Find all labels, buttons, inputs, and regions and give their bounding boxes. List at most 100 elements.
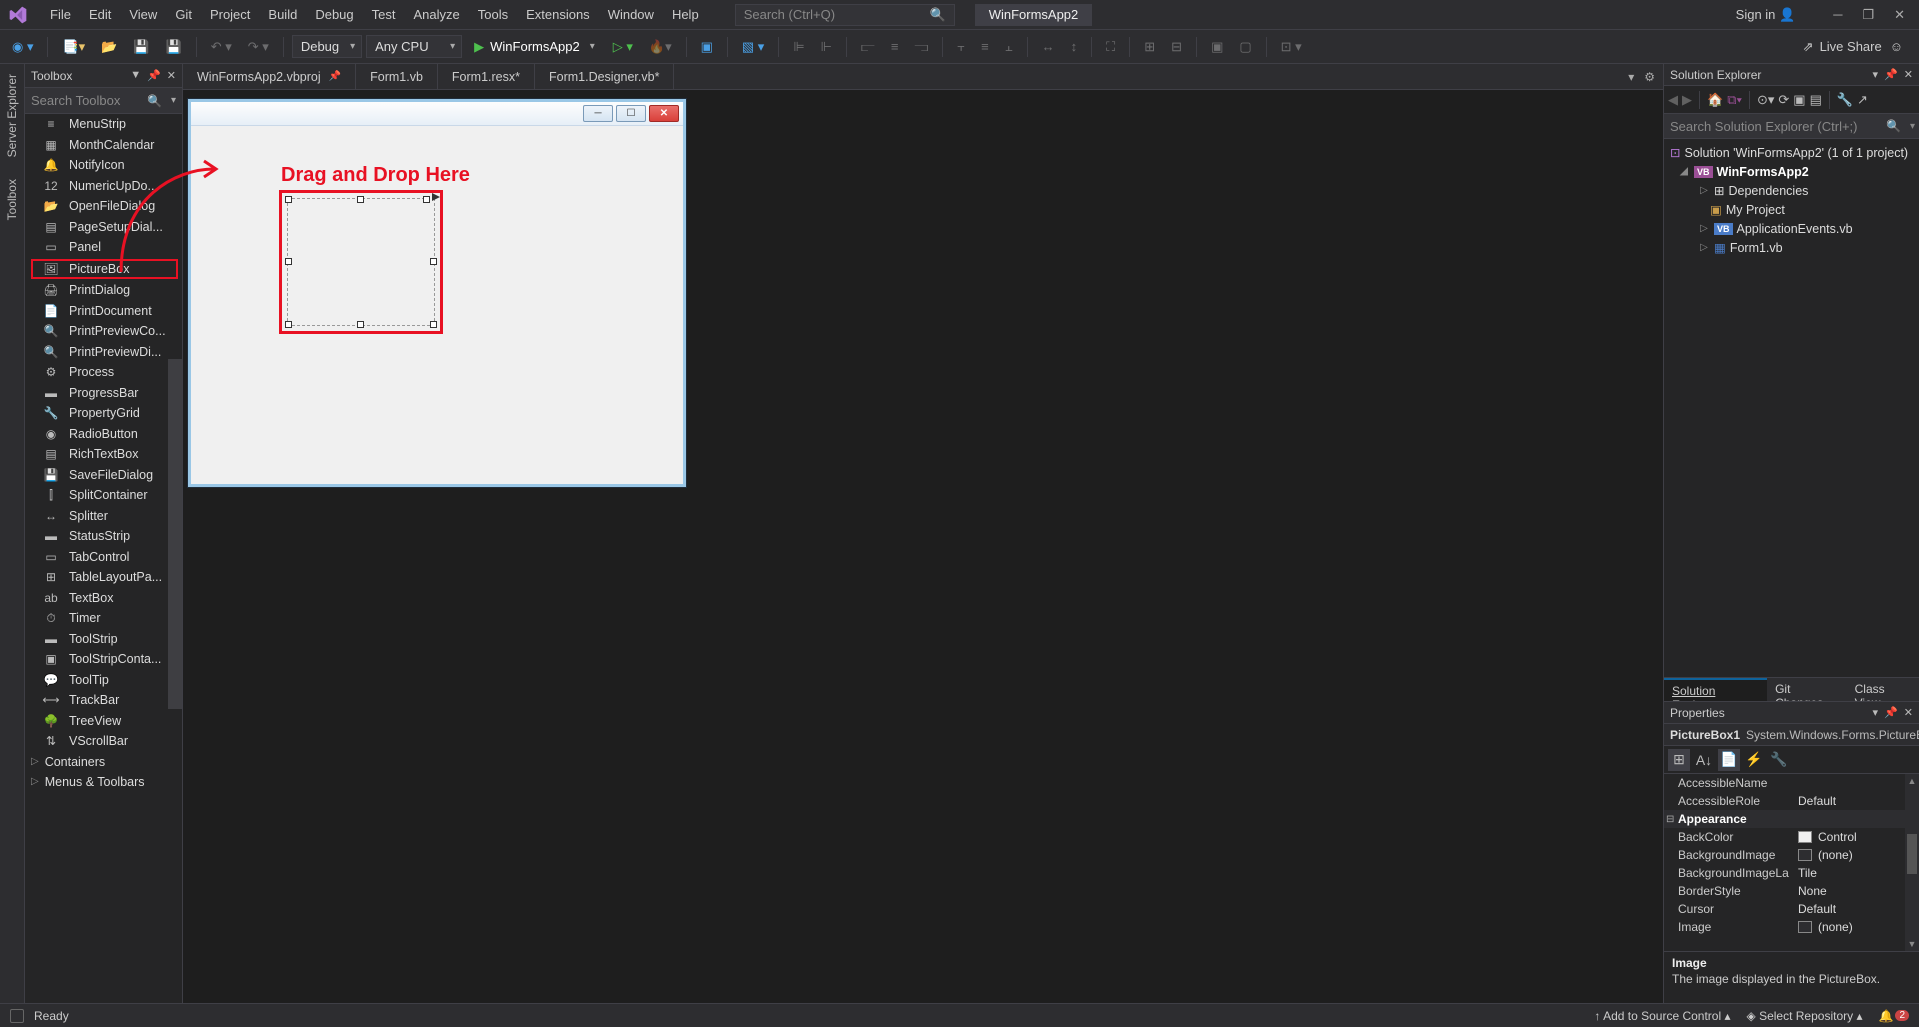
- size-button[interactable]: ⛶: [1100, 36, 1121, 58]
- notifications-button[interactable]: 🔔2: [1878, 1009, 1909, 1023]
- align-right[interactable]: ⫎: [908, 36, 934, 58]
- property-row[interactable]: BorderStyleNone: [1664, 882, 1919, 900]
- menu-test[interactable]: Test: [364, 3, 404, 26]
- toolbox-item-pagesetupdial[interactable]: ▤PageSetupDial...: [25, 217, 182, 238]
- property-row[interactable]: CursorDefault: [1664, 900, 1919, 918]
- menu-help[interactable]: Help: [664, 3, 707, 26]
- toolbox-item-statusstrip[interactable]: ▬StatusStrip: [25, 526, 182, 547]
- design-surface[interactable]: ─ ☐ ✕ Drag and Drop Here: [183, 90, 1663, 1003]
- tab-class-view[interactable]: Class View: [1847, 678, 1919, 701]
- scroll-down-icon[interactable]: ▼: [1905, 937, 1919, 951]
- hot-reload-button[interactable]: 🔥▾: [643, 36, 678, 58]
- form-minimize-button[interactable]: ─: [583, 105, 613, 122]
- tool-b-button[interactable]: ▧ ▾: [736, 36, 770, 58]
- resize-handle-n[interactable]: [357, 196, 364, 203]
- sign-in-button[interactable]: Sign in 👤: [1736, 7, 1796, 23]
- save-button[interactable]: 💾: [127, 36, 155, 58]
- property-row[interactable]: BackColorControl: [1664, 828, 1919, 846]
- menu-analyze[interactable]: Analyze: [405, 3, 467, 26]
- resize-handle-nw[interactable]: [285, 196, 292, 203]
- menu-debug[interactable]: Debug: [307, 3, 361, 26]
- property-value[interactable]: (none): [1792, 848, 1919, 862]
- open-button[interactable]: 📂: [95, 36, 123, 58]
- toolbox-item-richtextbox[interactable]: ▤RichTextBox: [25, 444, 182, 465]
- tabs-dropdown-icon[interactable]: ▾: [1628, 70, 1634, 84]
- menu-git[interactable]: Git: [167, 3, 200, 26]
- pin-icon[interactable]: 📌: [329, 71, 341, 82]
- align-vcenter[interactable]: ≡: [975, 36, 995, 57]
- toolbox-item-tabcontrol[interactable]: ▭TabControl: [25, 547, 182, 568]
- menu-file[interactable]: File: [42, 3, 79, 26]
- property-row[interactable]: BackgroundImageLaTile: [1664, 864, 1919, 882]
- properties-icon[interactable]: 🔧: [1837, 92, 1853, 108]
- caret-right-icon[interactable]: ▷: [1698, 223, 1710, 234]
- spacing-v[interactable]: ↕: [1065, 36, 1084, 57]
- home-icon[interactable]: 🏠: [1707, 92, 1723, 108]
- menu-build[interactable]: Build: [260, 3, 305, 26]
- close-panel-icon[interactable]: ✕: [1904, 68, 1913, 81]
- property-value[interactable]: Control: [1792, 830, 1919, 844]
- pin-icon[interactable]: 📌: [1884, 706, 1898, 719]
- picturebox-control[interactable]: [287, 198, 435, 326]
- doc-tab-form-vb[interactable]: Form1.vb: [356, 64, 438, 89]
- resize-handle-ne[interactable]: [423, 196, 430, 203]
- menu-window[interactable]: Window: [600, 3, 662, 26]
- align-a[interactable]: ⊫: [787, 36, 810, 58]
- back-nav-button[interactable]: ◉ ▾: [6, 36, 39, 58]
- toolbox-item-numericupdo[interactable]: 12NumericUpDo...: [25, 176, 182, 197]
- toolbox-item-trackbar[interactable]: ⟷TrackBar: [25, 690, 182, 711]
- picturebox-selection[interactable]: [279, 190, 443, 334]
- fwd-icon[interactable]: ▶: [1682, 92, 1692, 108]
- doc-tab-form-resx[interactable]: Form1.resx*: [438, 64, 535, 89]
- tree-solution-node[interactable]: ⊡ Solution 'WinFormsApp2' (1 of 1 projec…: [1664, 143, 1919, 162]
- menu-view[interactable]: View: [121, 3, 165, 26]
- align-bottom[interactable]: ⫠: [999, 36, 1019, 58]
- toolbox-search-input[interactable]: Search Toolbox 🔍 ▾: [25, 88, 182, 114]
- add-source-control-button[interactable]: ↑ Add to Source Control ▴: [1594, 1009, 1730, 1023]
- preview-icon[interactable]: ↗: [1857, 92, 1868, 108]
- property-row[interactable]: Image(none): [1664, 918, 1919, 936]
- toolbox-item-toolstripconta[interactable]: ▣ToolStripConta...: [25, 649, 182, 670]
- align-b[interactable]: ⊩: [815, 36, 838, 58]
- tree-form1[interactable]: ▷ ▦ Form1.vb: [1664, 238, 1919, 257]
- bring-front[interactable]: ▣: [1205, 36, 1229, 58]
- tab-solution-explorer[interactable]: Solution Explorer: [1664, 678, 1767, 701]
- chevron-down-icon[interactable]: ▾: [171, 95, 176, 106]
- dropdown-icon[interactable]: ▾: [1873, 706, 1879, 719]
- solution-search-input[interactable]: Search Solution Explorer (Ctrl+;) 🔍 ▾: [1664, 114, 1919, 139]
- toolbox-item-menustrip[interactable]: ≡MenuStrip: [25, 114, 182, 135]
- toolbox-item-picturebox[interactable]: 🖼PictureBox: [31, 259, 178, 280]
- toolbox-item-printdocument[interactable]: 📄PrintDocument: [25, 301, 182, 322]
- categorized-icon[interactable]: ⊞: [1668, 749, 1690, 771]
- close-panel-icon[interactable]: ✕: [1904, 706, 1913, 719]
- properties-tab-icon[interactable]: 📄: [1718, 749, 1740, 771]
- tree-app-events[interactable]: ▷ VB ApplicationEvents.vb: [1664, 219, 1919, 238]
- property-category[interactable]: ⊟Appearance: [1664, 810, 1919, 828]
- toolbox-item-panel[interactable]: ▭Panel: [25, 237, 182, 258]
- toolbox-item-toolstrip[interactable]: ▬ToolStrip: [25, 629, 182, 650]
- property-value[interactable]: Tile: [1792, 866, 1919, 880]
- project-badge[interactable]: WinFormsApp2: [975, 4, 1093, 26]
- toolbox-item-propertygrid[interactable]: 🔧PropertyGrid: [25, 403, 182, 424]
- start-nodebug-button[interactable]: ▷ ▾: [607, 36, 639, 58]
- doc-tab-form-designer[interactable]: Form1.Designer.vb*: [535, 64, 674, 89]
- property-value[interactable]: Default: [1792, 794, 1919, 808]
- filter-icon[interactable]: ⊙▾: [1757, 92, 1774, 108]
- chevron-down-icon[interactable]: ▾: [1910, 121, 1915, 132]
- search-input[interactable]: Search (Ctrl+Q) 🔍: [735, 4, 955, 26]
- rail-server-explorer[interactable]: Server Explorer: [3, 70, 21, 161]
- toolbox-item-printpreviewdi[interactable]: 🔍PrintPreviewDi...: [25, 342, 182, 363]
- scroll-up-icon[interactable]: ▲: [1905, 774, 1919, 788]
- resize-handle-e[interactable]: [430, 258, 437, 265]
- pin-icon[interactable]: 📌: [1884, 68, 1898, 81]
- form-window[interactable]: ─ ☐ ✕ Drag and Drop Here: [188, 99, 686, 487]
- align-center[interactable]: ≡: [885, 36, 905, 57]
- toolbox-item-savefiledialog[interactable]: 💾SaveFileDialog: [25, 465, 182, 486]
- gear-icon[interactable]: ⚙: [1644, 70, 1655, 84]
- form-maximize-button[interactable]: ☐: [616, 105, 646, 122]
- properties-scrollbar[interactable]: ▲ ▼: [1905, 774, 1919, 951]
- property-value[interactable]: None: [1792, 884, 1919, 898]
- scrollbar-thumb[interactable]: [1907, 834, 1917, 874]
- align-left[interactable]: ⫍: [855, 36, 881, 58]
- resize-handle-se[interactable]: [430, 321, 437, 328]
